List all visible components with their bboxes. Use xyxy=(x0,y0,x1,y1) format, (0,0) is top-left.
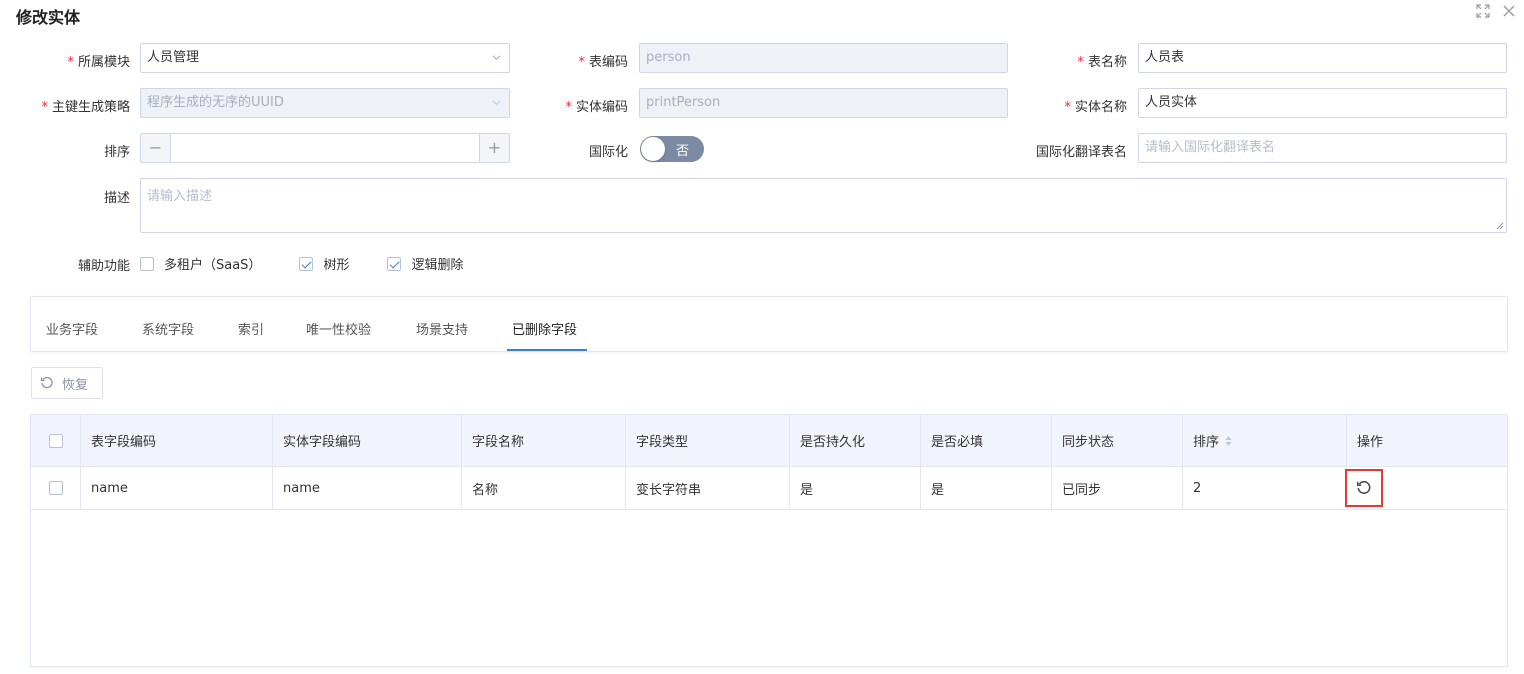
description-label: 描述 xyxy=(103,191,130,206)
table-code-input: person xyxy=(639,43,1008,73)
tab-unique-check[interactable]: 唯一性校验 xyxy=(306,319,371,338)
chevron-down-icon xyxy=(492,55,501,61)
i18n-label: 国际化 xyxy=(588,145,628,160)
row-select-cell xyxy=(31,467,81,509)
pk-strategy-label: * 主键生成策略 xyxy=(41,100,130,115)
increment-button[interactable]: + xyxy=(479,134,509,162)
i18n-table-label: 国际化翻译表名 xyxy=(1035,145,1127,160)
col-header: 字段名称 xyxy=(462,415,626,466)
sort-label: 排序 xyxy=(103,145,130,160)
restore-icon xyxy=(1356,481,1371,494)
resize-handle-icon[interactable] xyxy=(1496,222,1504,230)
action-cell xyxy=(1345,467,1509,509)
toggle-text: 否 xyxy=(676,144,690,159)
aux-option-saas[interactable]: 多租户（SaaS） xyxy=(140,254,261,273)
entity-name-label: * 实体名称 xyxy=(1064,100,1127,115)
table-cell: 已同步 xyxy=(1052,467,1183,509)
pk-strategy-select: 程序生成的无序的UUID xyxy=(140,88,510,118)
table-cell: 名称 xyxy=(462,467,626,509)
tab-system-fields[interactable]: 系统字段 xyxy=(142,319,194,338)
table-cell: name xyxy=(273,467,462,509)
col-header: 表字段编码 xyxy=(81,415,273,466)
entity-name-input[interactable]: 人员实体 xyxy=(1138,88,1507,118)
sort-stepper[interactable]: − + xyxy=(140,133,510,163)
entity-code-input: printPerson xyxy=(639,88,1008,118)
aux-options: 多租户（SaaS） 树形 逻辑删除 xyxy=(140,254,501,273)
tab-indexes[interactable]: 索引 xyxy=(238,319,264,338)
col-header: 是否持久化 xyxy=(790,415,921,466)
checkbox[interactable] xyxy=(299,256,314,271)
maximize-icon[interactable] xyxy=(1474,4,1492,22)
module-select[interactable]: 人员管理 xyxy=(140,43,510,73)
aux-option-logic-delete[interactable]: 逻辑删除 xyxy=(387,254,463,273)
select-all-cell xyxy=(31,415,81,466)
checkbox[interactable] xyxy=(140,256,154,271)
table-cell: 2 xyxy=(1183,467,1347,509)
decrement-button[interactable]: − xyxy=(141,134,171,162)
col-header: 字段类型 xyxy=(626,415,790,466)
table-cell: 变长字符串 xyxy=(626,467,790,509)
select-all-checkbox[interactable] xyxy=(48,433,63,448)
active-tab-indicator xyxy=(507,349,587,351)
col-header: 实体字段编码 xyxy=(273,415,462,466)
aux-option-tree[interactable]: 树形 xyxy=(299,254,349,273)
sort-value[interactable] xyxy=(171,134,479,162)
tabs-bar: 业务字段 系统字段 索引 唯一性校验 场景支持 已删除字段 xyxy=(30,296,1508,352)
col-header: 操作 xyxy=(1357,435,1384,450)
tab-deleted-fields[interactable]: 已删除字段 xyxy=(512,319,577,338)
i18n-table-input[interactable]: 请输入国际化翻译表名 xyxy=(1138,133,1507,163)
row-checkbox[interactable] xyxy=(48,481,63,495)
dialog-title: 修改实体 xyxy=(16,8,81,27)
entity-code-label: * 实体编码 xyxy=(565,100,628,115)
table-cell: 是 xyxy=(921,467,1052,509)
restore-icon xyxy=(40,376,53,389)
window-controls xyxy=(1474,4,1518,22)
col-header: 是否必填 xyxy=(921,415,1052,466)
table-row: name name 名称 变长字符串 是 是 已同步 2 xyxy=(31,467,1507,510)
col-header: 同步状态 xyxy=(1052,415,1183,466)
tab-scene-support[interactable]: 场景支持 xyxy=(416,319,468,338)
table-cell: 是 xyxy=(790,467,921,509)
deleted-fields-table: 表字段编码 实体字段编码 字段名称 字段类型 是否持久化 是否必填 同步状态 排… xyxy=(30,414,1508,667)
tab-business-fields[interactable]: 业务字段 xyxy=(46,319,98,338)
checkbox[interactable] xyxy=(387,256,402,271)
toggle-knob xyxy=(641,137,665,161)
aux-label: 辅助功能 xyxy=(77,259,130,274)
row-restore-button[interactable] xyxy=(1345,469,1383,507)
table-code-label: * 表编码 xyxy=(578,55,628,70)
col-header-sort[interactable]: 排序 xyxy=(1183,415,1347,466)
i18n-toggle[interactable]: 否 xyxy=(640,136,704,162)
table-name-label: * 表名称 xyxy=(1077,55,1127,70)
table-header: 表字段编码 实体字段编码 字段名称 字段类型 是否持久化 是否必填 同步状态 排… xyxy=(31,415,1507,467)
close-icon[interactable] xyxy=(1500,4,1518,22)
module-label: * 所属模块 xyxy=(67,55,130,70)
table-cell: name xyxy=(81,467,273,509)
restore-button[interactable]: 恢复 xyxy=(31,367,103,399)
chevron-down-icon xyxy=(492,100,501,106)
table-name-input[interactable]: 人员表 xyxy=(1138,43,1507,73)
sort-icon[interactable] xyxy=(1225,435,1232,447)
description-textarea[interactable]: 请输入描述 xyxy=(140,178,1507,233)
